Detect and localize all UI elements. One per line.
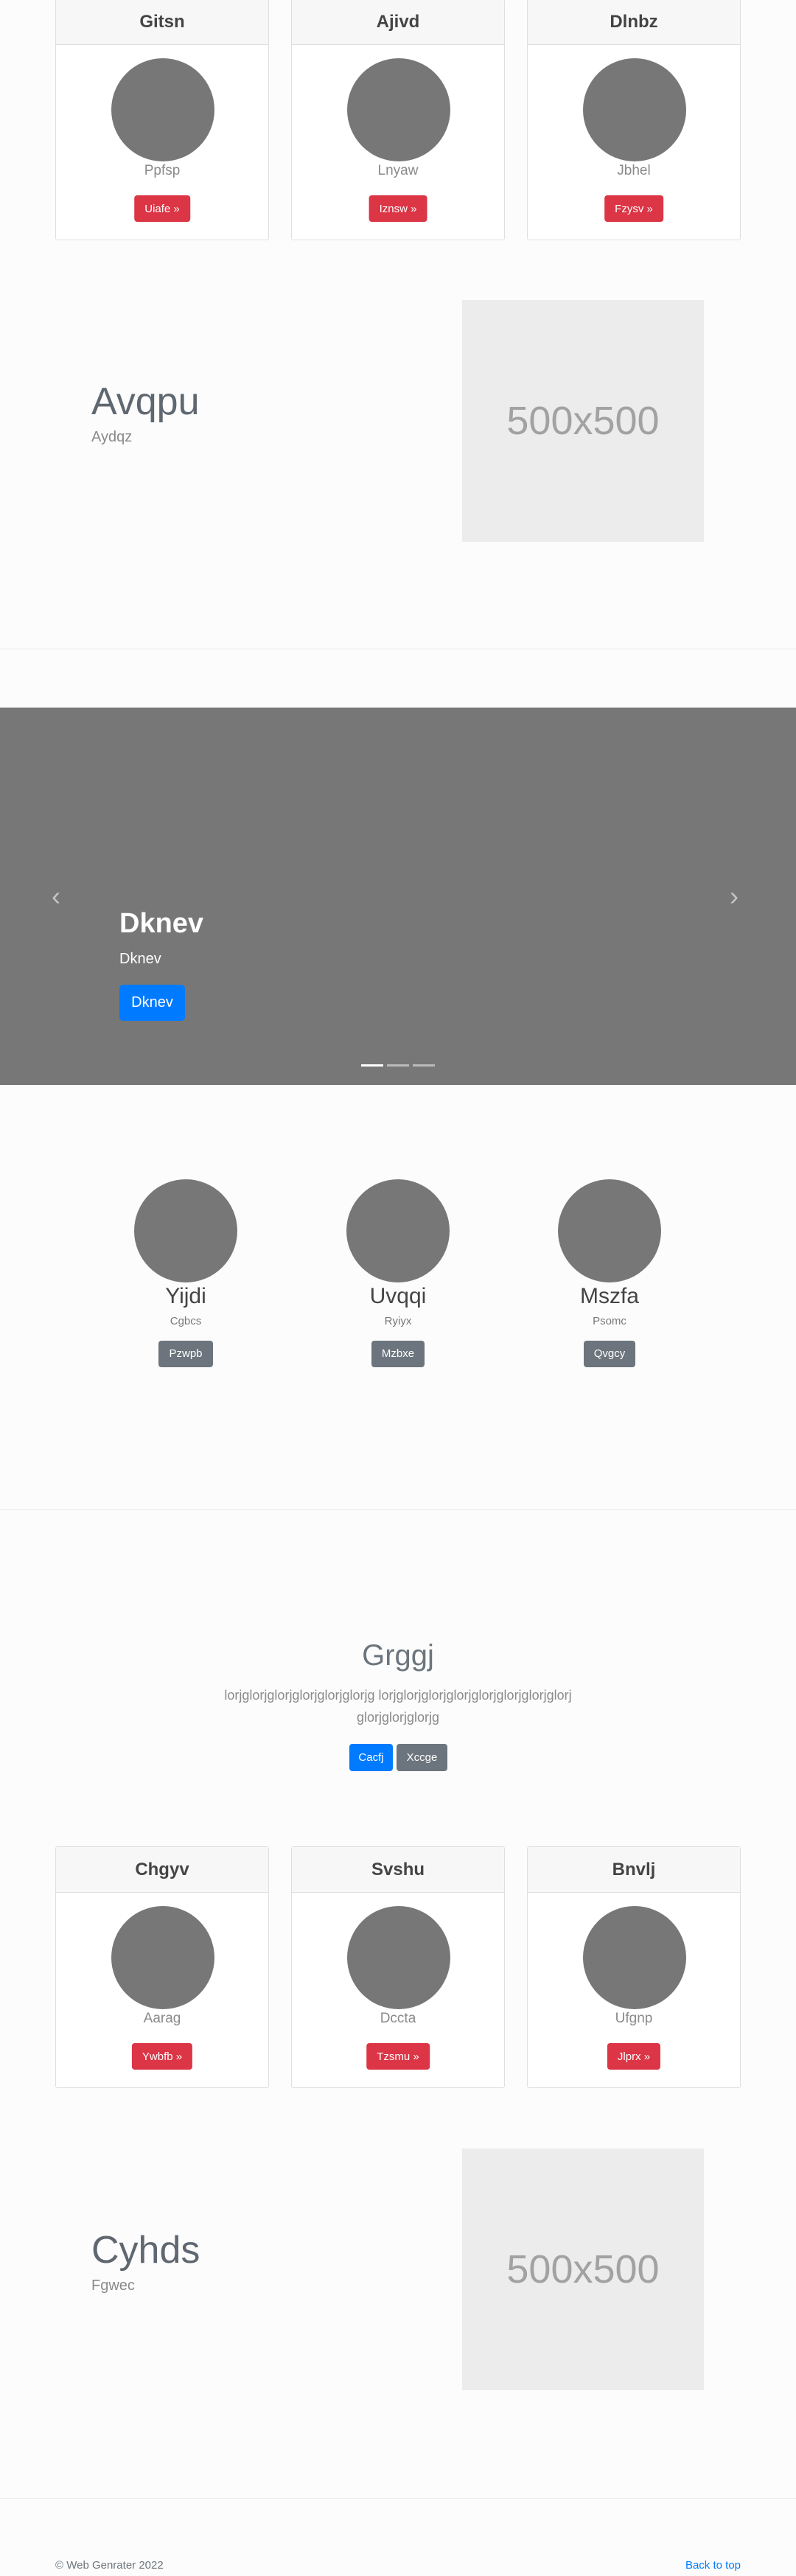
card-button[interactable]: Jlprx » xyxy=(607,2043,661,2070)
card-title: Dlnbz xyxy=(528,0,740,45)
team-member-yijdi: Yijdi Cgbcs Pzwpb xyxy=(116,1179,256,1367)
hero-primary-button[interactable]: Cacfj xyxy=(349,1744,393,1771)
card-subtitle: Jbhel xyxy=(617,163,651,178)
avatar xyxy=(346,1179,450,1282)
avatar xyxy=(558,1179,661,1282)
team-subtitle: Ryiyx xyxy=(384,1315,412,1327)
card-button[interactable]: Fzysv » xyxy=(604,195,663,222)
card-button[interactable]: Uiafe » xyxy=(134,195,190,222)
carousel-button[interactable]: Dknev xyxy=(119,985,185,1021)
card-title: Ajivd xyxy=(292,0,504,45)
team-subtitle: Cgbcs xyxy=(170,1315,202,1327)
card-button[interactable]: Tzsmu » xyxy=(366,2043,430,2070)
card-subtitle: Aarag xyxy=(143,2011,181,2026)
feature-placeholder-image: 500x500 xyxy=(462,2149,704,2390)
card-image xyxy=(583,58,686,161)
card-subtitle: Ppfsp xyxy=(144,163,181,178)
card-subtitle: Ufgnp xyxy=(615,2011,653,2026)
card-bnvlj: Bnvlj Ufgnp Jlprx » xyxy=(527,1846,741,2088)
divider xyxy=(0,1509,796,1510)
footer-copyright: © Web Genrater 2022 xyxy=(55,2559,164,2572)
card-image xyxy=(111,1906,214,2009)
team-name: Yijdi xyxy=(165,1284,206,1308)
hero-secondary-button[interactable]: Xccge xyxy=(397,1744,447,1771)
card-title: Svshu xyxy=(292,1847,504,1893)
card-chgyv: Chgyv Aarag Ywbfb » xyxy=(55,1846,269,2088)
card-dlnbz: Dlnbz Jbhel Fzysv » xyxy=(527,0,741,240)
team-name: Mszfa xyxy=(579,1284,639,1308)
card-svshu: Svshu Dccta Tzsmu » xyxy=(291,1846,505,2088)
feature-title: Cyhds xyxy=(91,2229,200,2272)
carousel: ‹ › Dknev Dknev Dknev xyxy=(0,708,796,1085)
team-button[interactable]: Qvgcy xyxy=(583,1341,636,1367)
chevron-left-icon[interactable]: ‹ xyxy=(52,883,60,910)
team-button[interactable]: Mzbxe xyxy=(371,1341,425,1367)
back-to-top-link[interactable]: Back to top xyxy=(685,2559,741,2572)
carousel-title: Dknev xyxy=(119,908,204,939)
card-gitsn: Gitsn Ppfsp Uiafe » xyxy=(55,0,269,240)
team-name: Uvqqi xyxy=(369,1284,427,1308)
carousel-indicator[interactable] xyxy=(387,1064,409,1067)
card-image xyxy=(111,58,214,161)
card-title: Gitsn xyxy=(56,0,268,45)
carousel-indicator[interactable] xyxy=(413,1064,435,1067)
hero-title: Grggj xyxy=(362,1639,434,1672)
avatar xyxy=(134,1179,237,1282)
card-title: Chgyv xyxy=(56,1847,268,1893)
carousel-indicator[interactable] xyxy=(361,1064,383,1067)
feature-subtitle: Fgwec xyxy=(91,2277,135,2294)
card-image xyxy=(583,1906,686,2009)
team-member-mszfa: Mszfa Psomc Qvgcy xyxy=(540,1179,680,1367)
card-subtitle: Dccta xyxy=(380,2011,416,2026)
feature-subtitle: Aydqz xyxy=(91,429,133,445)
card-button[interactable]: Ywbfb » xyxy=(131,2043,193,2070)
card-subtitle: Lnyaw xyxy=(377,163,419,178)
card-row-top: Gitsn Ppfsp Uiafe » Ajivd Lnyaw Iznsw » … xyxy=(0,0,796,242)
carousel-subtitle: Dknev xyxy=(119,951,161,967)
chevron-right-icon[interactable]: › xyxy=(730,883,739,910)
hero-text: lorjglorjglorjglorjglorjglorjg lorjglorj… xyxy=(224,1688,572,1725)
card-button[interactable]: Iznsw » xyxy=(369,195,427,222)
team-subtitle: Psomc xyxy=(593,1315,626,1327)
card-image xyxy=(347,58,450,161)
card-image xyxy=(347,1906,450,2009)
divider xyxy=(0,2498,796,2499)
feature-title: Avqpu xyxy=(91,380,200,423)
team-member-uvqqi: Uvqqi Ryiyx Mzbxe xyxy=(328,1179,468,1367)
card-row-bottom: Chgyv Aarag Ywbfb » Svshu Dccta Tzsmu » … xyxy=(0,1846,796,2090)
card-title: Bnvlj xyxy=(528,1847,740,1893)
team-button[interactable]: Pzwpb xyxy=(158,1341,213,1367)
feature-placeholder-image: 500x500 xyxy=(462,300,704,542)
card-ajivd: Ajivd Lnyaw Iznsw » xyxy=(291,0,505,240)
